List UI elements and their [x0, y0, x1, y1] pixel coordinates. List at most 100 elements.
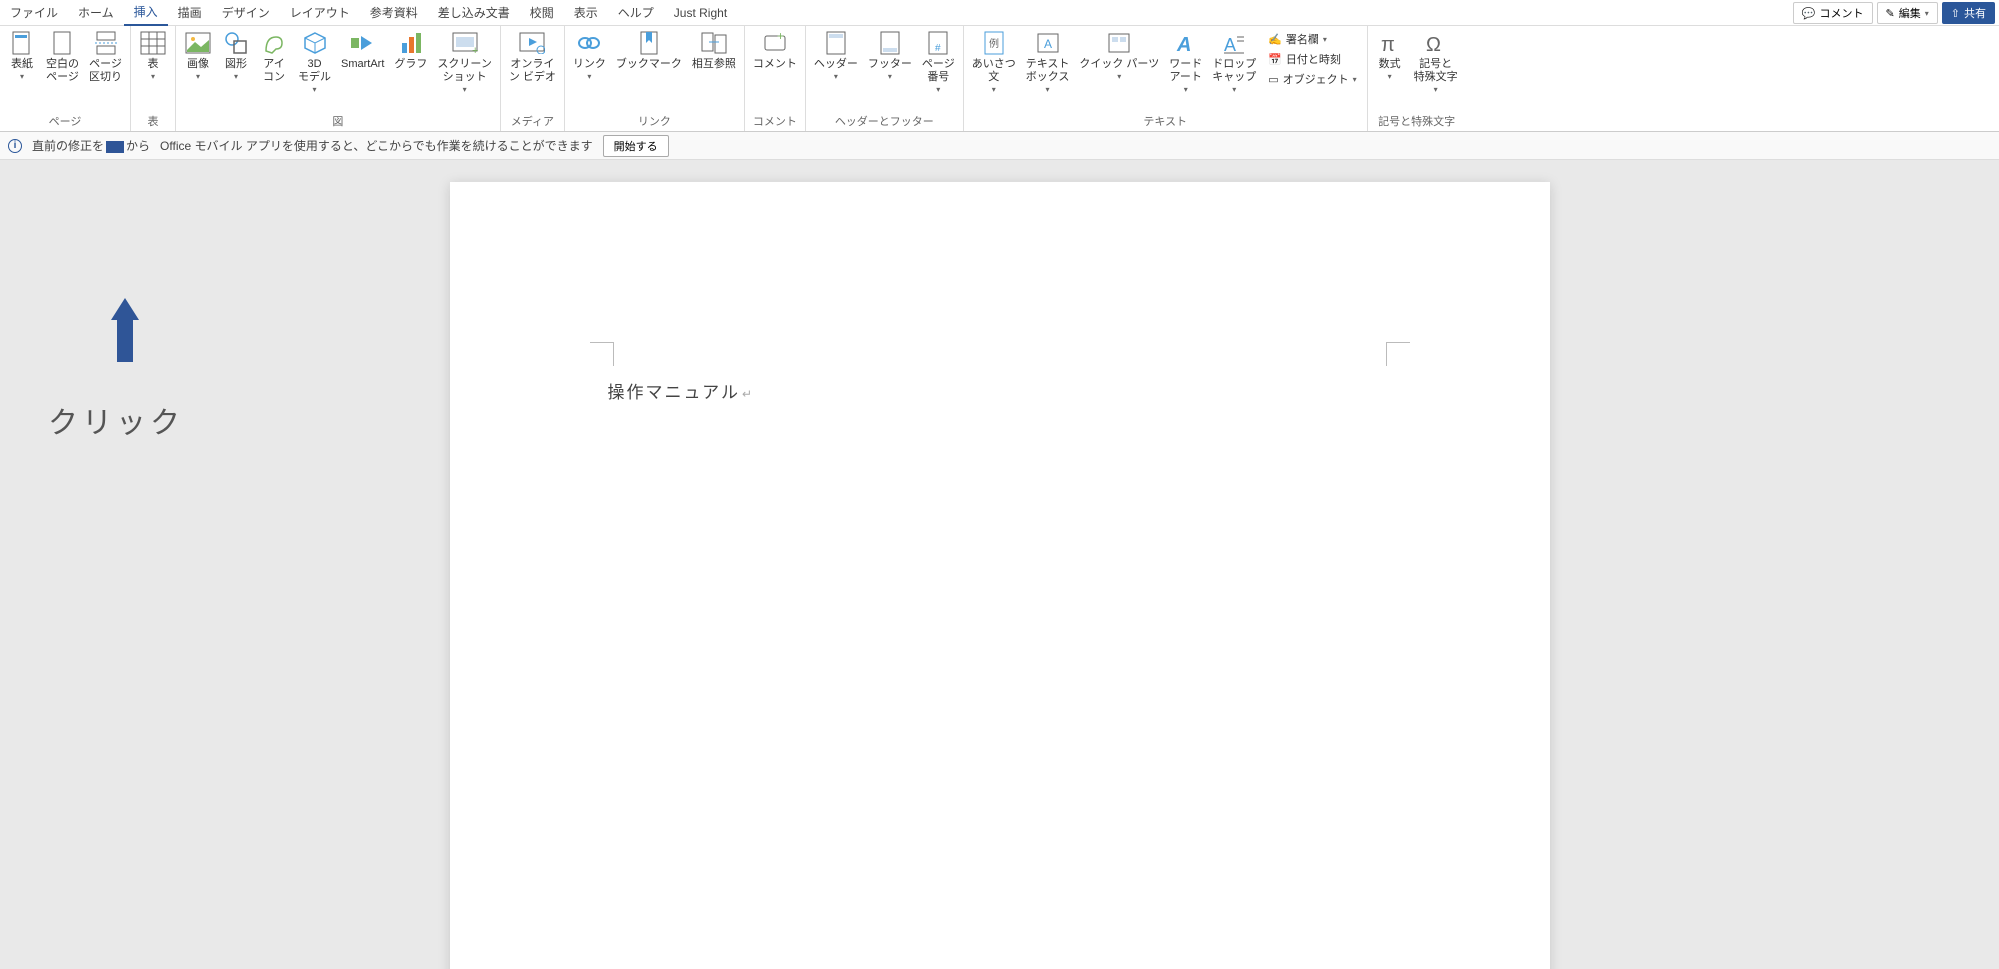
blank-page-button[interactable]: 空白の ページ [42, 28, 83, 86]
object-button[interactable]: ▭オブジェクト▾ [1264, 70, 1360, 88]
chevron-down-icon: ▾ [1232, 85, 1236, 94]
annotation-arrow [113, 298, 137, 360]
omega-icon: Ω [1423, 30, 1449, 56]
tab-layout[interactable]: レイアウト [280, 0, 360, 26]
tab-insert[interactable]: 挿入 [124, 0, 168, 26]
header-icon [823, 30, 849, 56]
group-tables: 表▾ 表 [131, 26, 176, 131]
svg-text:Ω: Ω [1426, 34, 1441, 55]
page-number-icon: # [925, 30, 951, 56]
pictures-label: 画像 [187, 58, 209, 71]
ribbon: 表紙▾ 空白の ページ ページ 区切り ページ 表▾ 表 [0, 26, 1999, 132]
icons-icon [261, 30, 287, 56]
object-label: オブジェクト [1283, 71, 1349, 87]
tab-help[interactable]: ヘルプ [608, 0, 664, 26]
signature-button[interactable]: ✍署名欄▾ [1264, 30, 1360, 48]
link-button[interactable]: リンク▾ [569, 28, 610, 83]
calendar-icon: 📅 [1268, 53, 1282, 66]
margin-corner-tr [1386, 342, 1410, 366]
svg-text:例: 例 [989, 37, 999, 50]
edit-mode-button[interactable]: ✎編集▾ [1877, 2, 1938, 24]
wordart-icon: A [1173, 30, 1199, 56]
wordart-button[interactable]: A ワード アート▾ [1165, 28, 1206, 96]
svg-text:π: π [1381, 34, 1395, 55]
svg-text:A: A [1176, 34, 1191, 55]
symbol-button[interactable]: Ω 記号と 特殊文字▾ [1410, 28, 1462, 96]
dropcap-button[interactable]: A ドロップ キャップ▾ [1208, 28, 1260, 96]
group-links-label: リンク [569, 111, 740, 131]
chevron-down-icon: ▾ [888, 72, 892, 81]
blank-page-label: 空白の ページ [46, 58, 79, 84]
tab-review[interactable]: 校閲 [520, 0, 564, 26]
3d-models-label: 3D モデル [298, 58, 331, 84]
equation-button[interactable]: π 数式▾ [1372, 28, 1408, 83]
group-media: オンライ ン ビデオ メディア [501, 26, 565, 131]
group-text-label: テキスト [968, 111, 1363, 131]
crossref-button[interactable]: 相互参照 [688, 28, 740, 73]
chevron-down-icon: ▾ [834, 72, 838, 81]
table-button[interactable]: 表▾ [135, 28, 171, 83]
chevron-down-icon: ▾ [234, 72, 238, 81]
tab-strip: ファイル ホーム 挿入 描画 デザイン レイアウト 参考資料 差し込み文書 校閲… [0, 0, 1999, 26]
tab-draw[interactable]: 描画 [168, 0, 212, 26]
tab-file[interactable]: ファイル [0, 0, 68, 26]
arrow-shaft [117, 320, 133, 362]
comment-button[interactable]: 💬コメント [1793, 2, 1873, 24]
cover-page-label: 表紙 [11, 58, 33, 71]
cover-page-icon [9, 30, 35, 56]
footer-label: フッター [868, 58, 912, 71]
quickparts-button[interactable]: クイック パーツ▾ [1075, 28, 1163, 83]
link-label: リンク [573, 58, 606, 71]
chevron-down-icon: ▾ [1388, 72, 1392, 81]
group-headerfooter: ヘッダー▾ フッター▾ # ページ 番号▾ ヘッダーとフッター [806, 26, 964, 131]
wordart-label: ワード アート [1169, 58, 1202, 84]
tab-references[interactable]: 参考資料 [360, 0, 428, 26]
datetime-button[interactable]: 📅日付と時刻 [1264, 50, 1360, 68]
document-page[interactable]: 操作マニュアル↵ [450, 182, 1550, 969]
start-button[interactable]: 開始する [603, 135, 669, 157]
icons-button[interactable]: アイ コン [256, 28, 292, 86]
svg-text:+: + [777, 32, 784, 43]
quickparts-label: クイック パーツ [1079, 58, 1159, 71]
tab-mailings[interactable]: 差し込み文書 [428, 0, 520, 26]
chart-button[interactable]: グラフ [390, 28, 431, 73]
svg-text:A: A [1044, 37, 1052, 51]
document-body-text[interactable]: 操作マニュアル↵ [608, 378, 755, 403]
comment-label: コメント [1820, 5, 1864, 21]
chevron-down-icon: ▾ [1046, 85, 1050, 94]
screenshot-button[interactable]: + スクリーン ショット▾ [433, 28, 495, 96]
chevron-down-icon: ▾ [463, 85, 467, 94]
tab-view[interactable]: 表示 [564, 0, 608, 26]
page-break-button[interactable]: ページ 区切り [85, 28, 126, 86]
page-number-button[interactable]: # ページ 番号▾ [918, 28, 959, 96]
group-pages: 表紙▾ 空白の ページ ページ 区切り ページ [0, 26, 131, 131]
greeting-button[interactable]: 例 あいさつ 文▾ [968, 28, 1020, 96]
cover-page-button[interactable]: 表紙▾ [4, 28, 40, 83]
blank-page-icon [50, 30, 76, 56]
pi-icon: π [1377, 30, 1403, 56]
crossref-label: 相互参照 [692, 58, 736, 71]
paragraph-mark-icon: ↵ [742, 387, 754, 401]
smartart-button[interactable]: SmartArt [337, 28, 388, 73]
table-icon [140, 30, 166, 56]
share-icon: ⇧ [1951, 7, 1960, 20]
chevron-down-icon: ▾ [1353, 75, 1357, 84]
info-icon: i [8, 139, 22, 153]
header-button[interactable]: ヘッダー▾ [810, 28, 862, 83]
tab-justright[interactable]: Just Right [664, 0, 737, 26]
textbox-button[interactable]: A テキスト ボックス▾ [1022, 28, 1074, 96]
bookmark-button[interactable]: ブックマーク [612, 28, 686, 73]
footer-button[interactable]: フッター▾ [864, 28, 916, 83]
shapes-button[interactable]: 図形▾ [218, 28, 254, 83]
document-canvas[interactable]: 操作マニュアル↵ クリック [0, 160, 1999, 969]
share-button[interactable]: ⇧共有 [1942, 2, 1995, 24]
tab-design[interactable]: デザイン [212, 0, 280, 26]
tab-home[interactable]: ホーム [68, 0, 124, 26]
pictures-button[interactable]: 画像▾ [180, 28, 216, 83]
page-number-label: ページ 番号 [922, 58, 955, 84]
online-video-button[interactable]: オンライ ン ビデオ [505, 28, 560, 86]
new-comment-button[interactable]: + コメント [749, 28, 801, 73]
3d-models-button[interactable]: 3D モデル▾ [294, 28, 335, 96]
group-pages-label: ページ [4, 111, 126, 131]
textbox-label: テキスト ボックス [1026, 58, 1070, 84]
